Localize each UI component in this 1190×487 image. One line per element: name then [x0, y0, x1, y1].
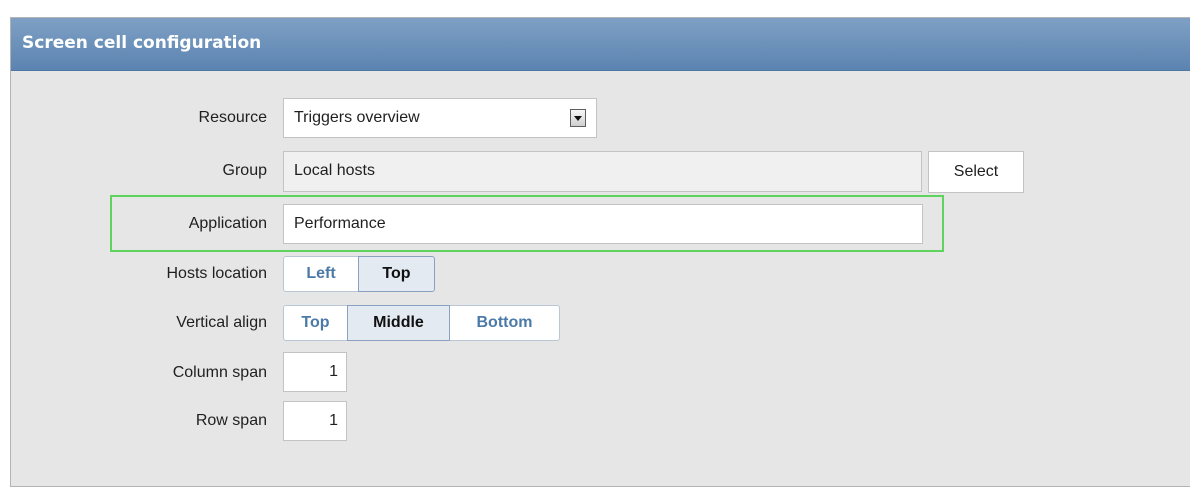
application-input-value: Performance [294, 215, 386, 232]
row-span-value: 1 [329, 412, 338, 429]
column-span-label: Column span [172, 364, 267, 381]
column-span-value: 1 [329, 363, 338, 380]
resource-select-value: Triggers overview [294, 109, 420, 126]
panel-title: Screen cell configuration [22, 33, 262, 53]
application-label: Application [188, 215, 267, 232]
hosts-location-left-option[interactable]: Left [283, 256, 359, 292]
group-label: Group [222, 162, 267, 179]
group-select-button[interactable]: Select [928, 151, 1024, 193]
group-field-value: Local hosts [294, 162, 375, 179]
hosts-location-radio-group: Left Top [283, 256, 435, 292]
resource-label: Resource [198, 109, 267, 126]
vertical-align-middle-option[interactable]: Middle [347, 305, 450, 341]
vertical-align-bottom-option[interactable]: Bottom [449, 305, 560, 341]
panel-header: Screen cell configuration [11, 18, 1190, 71]
column-span-input[interactable]: 1 [283, 352, 347, 392]
hosts-location-top-option[interactable]: Top [358, 256, 435, 292]
application-input[interactable]: Performance [283, 204, 923, 244]
vertical-align-radio-group: Top Middle Bottom [283, 305, 560, 341]
hosts-location-label: Hosts location [166, 265, 268, 282]
row-span-label: Row span [195, 412, 267, 429]
row-span-input[interactable]: 1 [283, 401, 347, 441]
vertical-align-label: Vertical align [176, 314, 267, 331]
group-field[interactable]: Local hosts [283, 151, 922, 192]
resource-select[interactable]: Triggers overview [283, 98, 597, 138]
dropdown-arrow-icon[interactable] [570, 109, 586, 127]
vertical-align-top-option[interactable]: Top [283, 305, 348, 341]
